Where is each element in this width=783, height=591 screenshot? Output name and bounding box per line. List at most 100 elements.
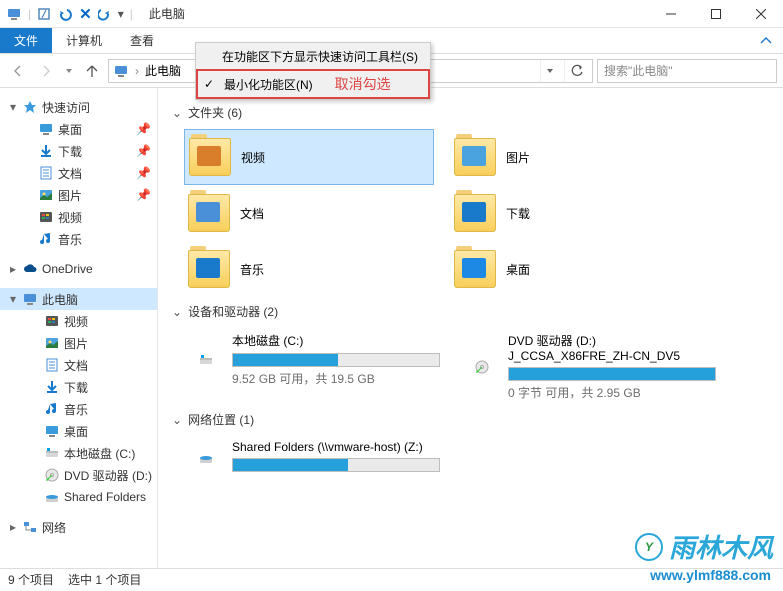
folder-icon [189, 138, 231, 176]
tab-computer[interactable]: 计算机 [52, 28, 116, 53]
sidebar-item[interactable]: ▾快速访问 [0, 96, 157, 118]
nav-forward-button[interactable] [34, 59, 58, 83]
sidebar-item[interactable]: 桌面 📌 [0, 118, 157, 140]
disk-icon [188, 345, 224, 375]
sidebar-item[interactable]: 图片 [0, 332, 157, 354]
sidebar-item-label: 桌面 [58, 121, 132, 138]
drive-item[interactable]: DVD 驱动器 (D:) J_CCSA_X86FRE_ZH-CN_DV50 字节… [460, 328, 720, 405]
tab-file[interactable]: 文件 [0, 28, 52, 53]
sidebar-item-label: 音乐 [64, 401, 157, 418]
pin-icon: 📌 [136, 144, 151, 158]
folder-item[interactable]: 视频 [184, 129, 434, 185]
music-icon [38, 231, 54, 247]
sidebar-item-label: 文档 [64, 357, 157, 374]
watermark: Y 雨林木风 [635, 528, 773, 565]
section-folders-header[interactable]: ⌄ 文件夹 (6) [172, 104, 769, 121]
pic-icon [38, 187, 54, 203]
system-icon[interactable] [6, 6, 22, 22]
drive-item[interactable]: 本地磁盘 (C:)9.52 GB 可用，共 19.5 GB [184, 328, 444, 405]
ribbon-context-menu: 在功能区下方显示快速访问工具栏(S) ✓ 最小化功能区(N) 取消勾选 [195, 42, 431, 100]
sidebar-item-label: 此电脑 [42, 291, 157, 308]
sidebar-item[interactable]: Shared Folders [0, 486, 157, 508]
nav-tree: ▾快速访问桌面📌下载📌文档📌图片📌视频音乐▸OneDrive▾此电脑视频图片文档… [0, 88, 158, 568]
sidebar-item-label: 本地磁盘 (C:) [64, 445, 157, 462]
folder-item[interactable]: 图片 [450, 129, 700, 185]
star-icon [22, 99, 38, 115]
pin-icon: 📌 [136, 188, 151, 202]
dvd-icon [44, 467, 60, 483]
section-network-header[interactable]: ⌄ 网络位置 (1) [172, 411, 769, 428]
breadcrumb-location[interactable]: 此电脑 [145, 62, 181, 79]
menu-minimize-ribbon[interactable]: ✓ 最小化功能区(N) [198, 71, 325, 97]
sidebar-item-label: 文档 [58, 165, 132, 182]
sidebar-item[interactable]: 下载 [0, 376, 157, 398]
qat-redo-icon[interactable]: ✕ [79, 5, 92, 23]
sidebar-item-label: 下载 [58, 143, 132, 160]
search-placeholder: 搜索"此电脑" [604, 62, 673, 79]
sidebar-item[interactable]: 下载 📌 [0, 140, 157, 162]
folder-item[interactable]: 桌面 [450, 241, 700, 297]
sidebar-item[interactable]: 音乐 [0, 398, 157, 420]
titlebar: | ✕ ▾ | 此电脑 [0, 0, 783, 28]
chevron-down-icon: ⌄ [172, 413, 182, 427]
sidebar-item[interactable]: DVD 驱动器 (D:) [0, 464, 157, 486]
qat-redo2-icon[interactable] [98, 7, 112, 21]
sidebar-item-label: DVD 驱动器 (D:) [64, 467, 157, 484]
folder-item[interactable]: 音乐 [184, 241, 434, 297]
menu-minimize-ribbon-label: 最小化功能区(N) [224, 76, 313, 93]
sidebar-item[interactable]: ▾此电脑 [0, 288, 157, 310]
sidebar-item-label: 视频 [58, 209, 157, 226]
drive-usage-bar [508, 367, 716, 381]
sidebar-item[interactable]: 图片📌 [0, 184, 157, 206]
chevron-icon: ▸ [8, 262, 18, 276]
folder-item[interactable]: 下载 [450, 185, 700, 241]
nav-up-button[interactable] [80, 59, 104, 83]
pc-icon [22, 291, 38, 307]
menu-show-qat[interactable]: 在功能区下方显示快速访问工具栏(S) [196, 43, 430, 69]
chevron-icon: ▸ [8, 520, 18, 534]
sidebar-item[interactable]: 文档 [0, 354, 157, 376]
desktop-icon [38, 121, 54, 137]
folder-item[interactable]: 文档 [184, 185, 434, 241]
address-history-dropdown[interactable] [540, 60, 558, 82]
sidebar-item[interactable]: ▸ 网络 [0, 516, 157, 538]
sidebar-item-label: OneDrive [42, 262, 157, 276]
drive-item[interactable]: Shared Folders (\\vmware-host) (Z:) [184, 436, 444, 479]
video-icon [44, 313, 60, 329]
maximize-button[interactable] [693, 0, 738, 28]
sidebar-item[interactable]: 音乐 [0, 228, 157, 250]
close-button[interactable] [738, 0, 783, 28]
cloud-icon [22, 261, 38, 277]
search-input[interactable]: 搜索"此电脑" [597, 59, 777, 83]
drive-label: Shared Folders (\\vmware-host) (Z:) [232, 440, 440, 454]
minimize-button[interactable] [648, 0, 693, 28]
sidebar-item-label: 网络 [42, 519, 157, 536]
qat-properties-icon[interactable] [37, 7, 51, 21]
pin-icon: 📌 [136, 122, 151, 136]
qat-dropdown-icon[interactable]: ▾ [118, 7, 124, 21]
chevron-icon: ▾ [8, 100, 18, 114]
qat-undo-icon[interactable] [57, 7, 73, 21]
breadcrumb-sep[interactable]: › [135, 64, 139, 78]
sidebar-item-label: 图片 [64, 335, 157, 352]
sidebar-item[interactable]: 视频 [0, 206, 157, 228]
nav-recent-dropdown[interactable] [62, 59, 76, 83]
tab-view[interactable]: 查看 [116, 28, 168, 53]
sidebar-item[interactable]: 本地磁盘 (C:) [0, 442, 157, 464]
sidebar-item[interactable]: 桌面 [0, 420, 157, 442]
sidebar-item-label: Shared Folders [64, 490, 157, 504]
sidebar-item[interactable]: 文档📌 [0, 162, 157, 184]
drive-sublabel: 0 字节 可用，共 2.95 GB [508, 384, 716, 401]
folder-label: 音乐 [240, 261, 264, 278]
pic-icon [44, 335, 60, 351]
sidebar-item[interactable]: 视频 [0, 310, 157, 332]
refresh-button[interactable] [564, 60, 588, 82]
sidebar-item-label: 音乐 [58, 231, 157, 248]
content-area: ⌄ 文件夹 (6) 视频图片文档下载音乐 桌面 ⌄ 设备和驱动器 (2) 本地磁盘… [158, 88, 783, 568]
sidebar-item[interactable]: ▸ OneDrive [0, 258, 157, 280]
ribbon-expand-icon[interactable] [749, 28, 783, 53]
section-devices-header[interactable]: ⌄ 设备和驱动器 (2) [172, 303, 769, 320]
nav-back-button[interactable] [6, 59, 30, 83]
watermark-url: www.ylmf888.com [650, 567, 771, 583]
dvd-icon [464, 352, 500, 382]
